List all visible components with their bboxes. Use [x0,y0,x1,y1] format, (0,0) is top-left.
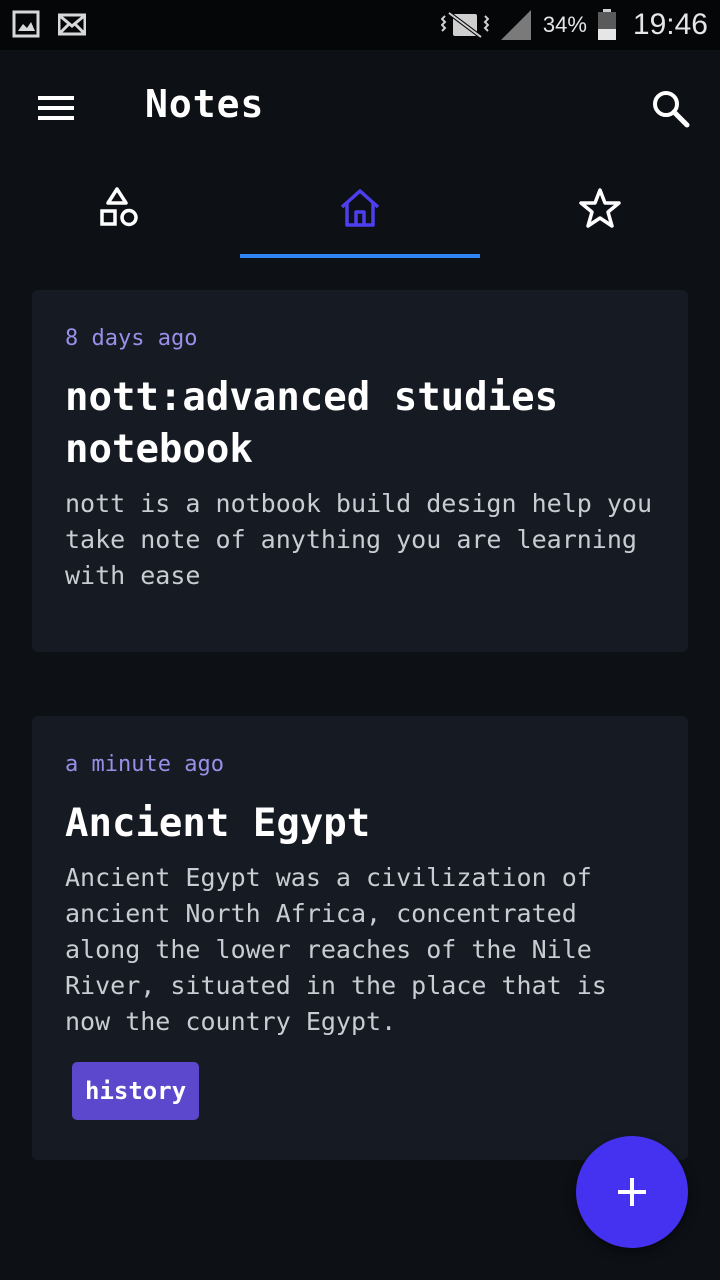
note-card[interactable]: a minute ago Ancient Egypt Ancient Egypt… [32,716,688,1160]
page-title: Notes [145,82,265,126]
tab-bar [0,166,720,258]
note-card[interactable]: 8 days ago nott:advanced studies noteboo… [32,290,688,652]
vibrate-mute-icon [440,11,489,39]
mail-icon [58,13,86,36]
tab-favorites[interactable] [480,166,720,258]
hamburger-menu-icon [38,96,74,120]
search-button[interactable] [642,80,700,138]
note-timestamp: 8 days ago [65,326,198,351]
signal-icon [500,10,531,40]
battery-percent: 34% [542,12,587,37]
note-timestamp: a minute ago [65,752,224,777]
battery-icon [597,9,616,40]
note-body: nott is a notbook build design help you … [65,489,652,590]
status-bar: 34% 19:46 [0,0,720,50]
note-body: Ancient Egypt was a civilization of anci… [65,863,607,1036]
tab-indicator [240,254,480,258]
tab-home[interactable] [240,166,480,258]
note-title: nott:advanced studies notebook [65,375,559,472]
gallery-icon [12,10,40,38]
app-bar: Notes [0,50,720,166]
shapes-icon [100,187,138,227]
clock: 19:46 [632,8,708,41]
tab-categories[interactable] [0,166,240,258]
tag-chip[interactable]: history [72,1062,200,1120]
add-note-button[interactable] [576,1136,688,1248]
search-icon [653,91,690,128]
menu-button[interactable] [28,80,84,136]
home-icon [340,189,380,227]
star-icon [579,188,621,228]
plus-icon [618,1178,646,1206]
note-title: Ancient Egypt [65,801,371,846]
